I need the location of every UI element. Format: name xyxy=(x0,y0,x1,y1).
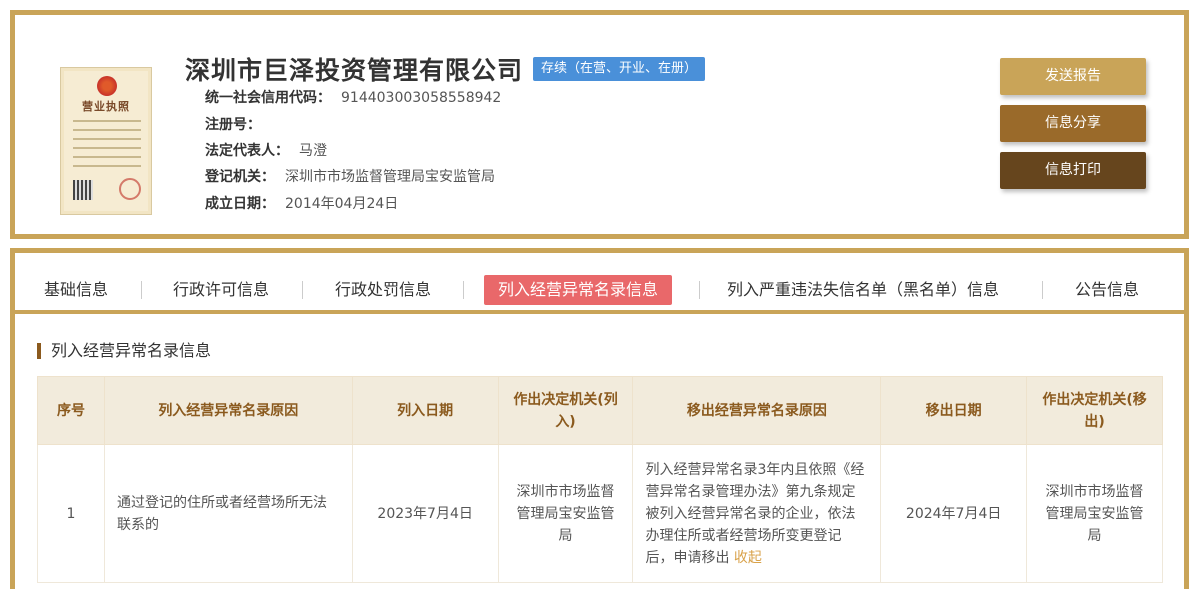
registration-number-row: 注册号： xyxy=(205,114,271,134)
abnormal-operation-table: 序号 列入经营异常名录原因 列入日期 作出决定机关(列入) 移出经营异常名录原因… xyxy=(37,376,1163,583)
cell-index: 1 xyxy=(37,444,105,583)
cell-date-out: 2024年7月4日 xyxy=(880,444,1028,583)
tab-announcements[interactable]: 公告信息 xyxy=(1075,275,1139,305)
registration-number-label: 注册号： xyxy=(205,117,261,133)
license-text-lines xyxy=(73,120,141,174)
header-authority-in: 作出决定机关(列入) xyxy=(497,376,634,445)
send-report-button[interactable]: 发送报告 xyxy=(1000,58,1146,95)
company-name: 深圳市巨泽投资管理有限公司 xyxy=(185,56,524,85)
section-title: 列入经营异常名录信息 xyxy=(37,343,211,359)
tab-separator xyxy=(463,281,464,299)
tab-administrative-license[interactable]: 行政许可信息 xyxy=(173,275,269,305)
tab-separator xyxy=(699,281,700,299)
header-date-out: 移出日期 xyxy=(880,376,1028,445)
cell-authority-out: 深圳市市场监督管理局宝安监管局 xyxy=(1026,444,1163,583)
tab-administrative-penalty[interactable]: 行政处罚信息 xyxy=(335,275,431,305)
legal-representative-label: 法定代表人： xyxy=(205,143,289,159)
tab-separator xyxy=(302,281,303,299)
cell-reason-in: 通过登记的住所或者经营场所无法联系的 xyxy=(103,444,353,583)
qr-code-icon xyxy=(73,180,93,200)
print-info-button[interactable]: 信息打印 xyxy=(1000,152,1146,189)
header-reason-out: 移出经营异常名录原因 xyxy=(632,376,882,445)
establishment-date-row: 成立日期： 2014年04月24日 xyxy=(205,193,398,213)
table-row: 1 通过登记的住所或者经营场所无法联系的 2023年7月4日 深圳市市场监督管理… xyxy=(37,444,1163,583)
license-title: 营业执照 xyxy=(82,100,130,113)
cell-reason-out: 列入经营异常名录3年内且依照《经营异常名录管理办法》第九条规定被列入经营异常名录… xyxy=(632,444,882,583)
legal-representative-row: 法定代表人： 马澄 xyxy=(205,140,327,160)
establishment-date-value: 2014年04月24日 xyxy=(285,196,399,212)
tab-separator xyxy=(141,281,142,299)
tab-blacklist[interactable]: 列入严重违法失信名单（黑名单）信息 xyxy=(727,275,999,305)
tab-basic-info[interactable]: 基础信息 xyxy=(44,275,108,305)
legal-representative-value: 马澄 xyxy=(299,143,327,159)
credit-code-value: 91440300305855894​2 xyxy=(341,90,502,106)
credit-code-label: 统一社会信用代码： xyxy=(205,90,331,106)
establishment-date-label: 成立日期： xyxy=(205,196,275,212)
tab-bar: 基础信息 行政许可信息 行政处罚信息 列入经营异常名录信息 列入严重违法失信名单… xyxy=(15,261,1184,314)
header-authority-out: 作出决定机关(移出) xyxy=(1026,376,1163,445)
status-badge: 存续（在营、开业、在册） xyxy=(533,57,706,81)
registration-authority-row: 登记机关： 深圳市市场监督管理局宝安监管局 xyxy=(205,166,495,186)
table-header-row: 序号 列入经营异常名录原因 列入日期 作出决定机关(列入) 移出经营异常名录原因… xyxy=(37,376,1163,445)
cell-date-in: 2023年7月4日 xyxy=(351,444,499,583)
registration-authority-label: 登记机关： xyxy=(205,169,275,185)
tab-abnormal-operation[interactable]: 列入经营异常名录信息 xyxy=(484,275,673,305)
collapse-link[interactable]: 收起 xyxy=(734,550,762,566)
header-reason-in: 列入经营异常名录原因 xyxy=(103,376,353,445)
credit-code-row: 统一社会信用代码： 91440300305855894​2 xyxy=(205,87,501,107)
header-index: 序号 xyxy=(37,376,105,445)
registration-authority-value: 深圳市市场监督管理局宝安监管局 xyxy=(285,169,495,185)
header-date-in: 列入日期 xyxy=(351,376,499,445)
national-emblem-icon xyxy=(97,76,117,96)
business-license-image[interactable]: 营业执照 xyxy=(60,67,152,215)
company-panel: 营业执照 深圳市巨泽投资管理有限公司 存续（在营、开业、在册） 统一社会信用代码… xyxy=(10,10,1189,239)
tab-separator xyxy=(1042,281,1043,299)
cell-authority-in: 深圳市市场监督管理局宝安监管局 xyxy=(497,444,634,583)
share-info-button[interactable]: 信息分享 xyxy=(1000,105,1146,142)
detail-panel: 基础信息 行政许可信息 行政处罚信息 列入经营异常名录信息 列入严重违法失信名单… xyxy=(10,248,1189,589)
official-seal-icon xyxy=(119,178,141,200)
